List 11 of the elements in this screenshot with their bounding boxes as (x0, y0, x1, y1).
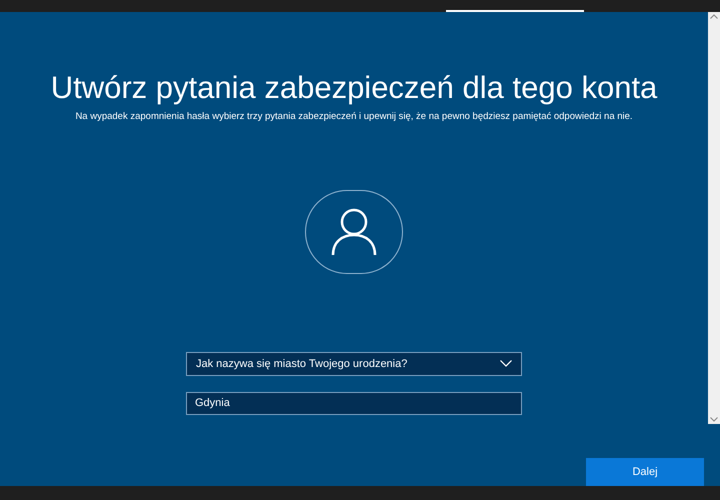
question-text: Jak nazywa się miasto Twojego urodzenia? (196, 356, 408, 372)
answer-input-field[interactable]: Gdynia (186, 392, 522, 415)
page-title: Utwórz pytania zabezpieczeń dla tego konta (50, 69, 658, 107)
scrollbar[interactable] (708, 12, 720, 424)
chevron-down-icon (500, 360, 512, 368)
page-description: Na wypadek zapomnienia hasła wybierz trzy pytania zabezpieczeń i upewnij się, że na pewno będziesz pamiętać odpowiedzi na nie. (75, 110, 633, 124)
next-button[interactable]: Dalej (586, 458, 704, 486)
scroll-down-icon[interactable] (710, 417, 718, 422)
scroll-up-icon[interactable] (710, 14, 718, 19)
user-icon (331, 208, 377, 256)
question-dropdown[interactable]: Jak nazywa się miasto Twojego urodzenia? (186, 352, 522, 376)
